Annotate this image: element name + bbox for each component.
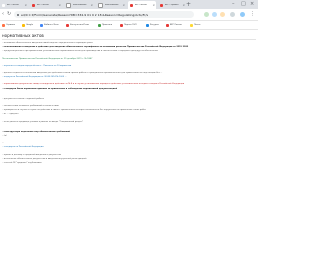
document-link[interactable]: ...стандарта по Российской Федерации <box>2 146 44 149</box>
document-text-line: ...исполнение обязательных документов и … <box>2 157 87 160</box>
bookmark-icon <box>146 23 149 27</box>
bookmark-icon <box>166 23 169 27</box>
bookmark-item[interactable]: Почта <box>190 22 200 28</box>
bookmark-item[interactable]: КонсультантПлюс <box>66 22 89 28</box>
document-link[interactable]: ...перечни и отходов определённого... По… <box>2 65 71 68</box>
bookmark-icon <box>190 23 193 27</box>
bookmarks-bar: Сервисы Google Кабинет Ясла КонсультантП… <box>0 21 258 30</box>
browser-tab-active[interactable]: BPC Россия × <box>128 1 156 9</box>
maximize-icon[interactable]: □ <box>241 1 246 8</box>
bookmark-item[interactable]: Ресурсы <box>146 22 159 28</box>
bookmark-icon <box>40 23 43 27</box>
browser-tab[interactable]: обоснование × <box>64 1 94 9</box>
tab-title: BPC Россия <box>37 4 49 6</box>
divider <box>2 39 256 40</box>
tab-title: обоснование <box>73 4 87 6</box>
extension-icon[interactable] <box>204 12 209 17</box>
tab-favicon <box>66 2 71 8</box>
page-title: нормативных актов <box>2 33 44 38</box>
close-icon[interactable]: × <box>58 3 61 7</box>
document-link[interactable]: Постановление Правительства Российской Ф… <box>2 58 92 61</box>
minimize-icon[interactable]: – <box>232 1 235 8</box>
bookmark-label: Кабинет Ясла <box>44 24 59 26</box>
bookmark-item[interactable]: Кабинет Ясла <box>40 22 59 28</box>
document-text-line: ...использования и введения в действие д… <box>2 46 189 49</box>
tab-favicon <box>2 3 5 7</box>
bookmark-icon <box>66 23 69 27</box>
bookmark-label: Google <box>26 24 34 26</box>
bookmark-item[interactable]: Сервисы <box>2 22 15 28</box>
bookmark-icon <box>22 23 25 27</box>
document-text-line: ...(в) <box>2 135 7 137</box>
bookmark-icon <box>2 23 5 27</box>
browser-tab[interactable]: BPC Россия × <box>0 1 28 9</box>
tab-title: BPC Россия <box>135 4 147 6</box>
kebab-menu-icon[interactable]: ⋮ <box>250 11 255 18</box>
browser-tab[interactable]: обоснование × <box>96 1 126 9</box>
page-content: нормативных актов ...основание обязатель… <box>0 30 258 258</box>
document-text-line: ...данного кодекса в отношении введения … <box>2 72 163 74</box>
bookmark-item[interactable]: BPC Россия <box>166 22 182 28</box>
close-icon[interactable]: × <box>122 3 125 7</box>
close-icon[interactable]: × <box>24 3 27 7</box>
lock-icon <box>17 13 19 16</box>
document-text-line: ...от ... продлен <box>2 113 19 116</box>
tab-favicon <box>98 2 103 8</box>
address-bar[interactable]: ed/0 C P/Form/Generate/Reason?DB=334-9 0… <box>14 11 194 18</box>
bookmark-label: BPC Россия <box>170 24 182 26</box>
document-text-line: ...конструктора отдельных мер обязательн… <box>2 130 70 133</box>
browser-tab[interactable]: BPC Россия × <box>30 1 62 9</box>
bookmark-label: Портал ГНП <box>124 24 137 26</box>
tab-strip: BPC Россия × BPC Россия × обоснование × … <box>0 0 258 9</box>
tab-favicon <box>130 3 133 7</box>
tab-title: обоснование <box>105 4 119 6</box>
url-text: ed/0 C P/Form/Generate/Reason?DB=334-9 0… <box>21 12 149 17</box>
tab-favicon <box>32 3 35 7</box>
browser-tab[interactable]: BPC Справка × <box>158 1 186 9</box>
close-icon[interactable]: × <box>90 3 93 7</box>
document-text-line: ...статьей 18 "продажа" опубликован <box>2 162 42 164</box>
extension-icon[interactable] <box>220 12 225 17</box>
document-text-line: ... <box>2 142 4 145</box>
document-text-line: ...нормативным документам, вводя стандар… <box>2 83 185 86</box>
puzzle-icon[interactable] <box>230 12 235 17</box>
bookmark-label: Почта <box>194 24 201 26</box>
document-text-line: ...проверяется в случае в случае на дейс… <box>2 109 147 112</box>
extension-icon[interactable] <box>212 12 217 17</box>
browser-toolbar: ‹ ↻ ed/0 C P/Form/Generate/Reason?DB=334… <box>0 9 258 21</box>
bookmark-item[interactable]: Портал ГНП <box>120 22 137 28</box>
new-tab-plus-icon[interactable]: + <box>186 1 191 8</box>
bookmark-label: Практика <box>102 24 113 26</box>
tab-title: BPC Справка <box>165 4 179 6</box>
document-text-line: ...основание обязательного введения ново… <box>2 42 93 44</box>
window-close-icon[interactable]: × <box>250 1 254 8</box>
document-link[interactable]: ...подпункта Российской Федерации от 30.… <box>2 76 67 79</box>
bookmark-label: Ресурсы <box>150 24 159 26</box>
close-icon[interactable]: × <box>182 3 185 7</box>
avatar[interactable] <box>240 12 245 17</box>
document-text-line: ...документы в связи с хорошей работы <box>2 97 44 100</box>
reload-icon[interactable]: ↻ <box>7 11 11 18</box>
document-text-line: ...стандарта были нормативы приказы за п… <box>2 87 118 90</box>
bookmark-label: Сервисы <box>6 24 16 26</box>
document-text-line: ...если данного продавца условие в рамка… <box>2 120 84 123</box>
bookmark-item[interactable]: Практика <box>98 22 112 28</box>
tab-title: BPC Россия <box>7 4 19 6</box>
bookmark-label: КонсультантПлюс <box>70 24 90 26</box>
tab-favicon <box>160 3 163 7</box>
document-text-line: ...приказ в договор с продажей введения … <box>2 153 62 156</box>
document-text-line: ...предусмотренного при применении устан… <box>2 50 159 53</box>
bookmark-item[interactable]: Google <box>22 22 33 28</box>
bookmark-icon <box>120 23 123 27</box>
back-arrow-icon[interactable]: ‹ <box>2 11 4 18</box>
bookmark-icon <box>98 23 101 27</box>
close-icon[interactable]: × <box>152 3 155 7</box>
document-text-line: ...соответствия основных требований в со… <box>2 105 59 107</box>
